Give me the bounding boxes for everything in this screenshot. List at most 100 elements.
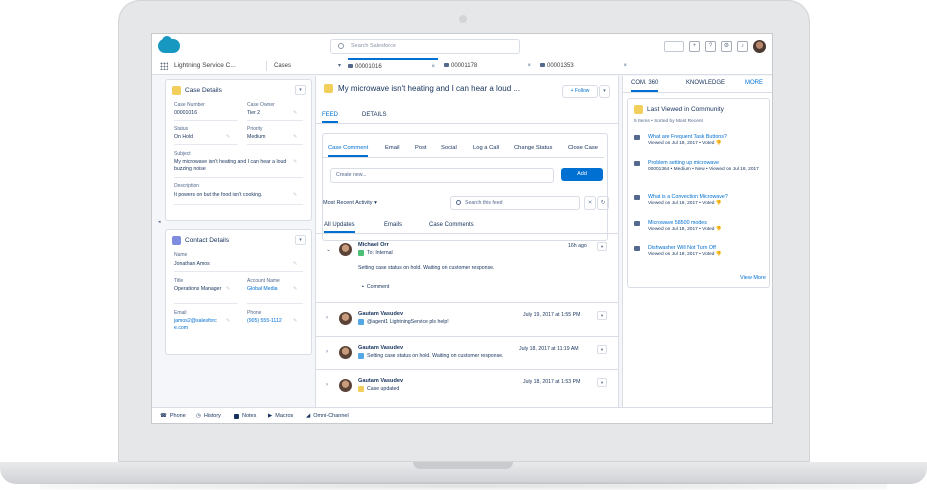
- chevron-right-icon[interactable]: ›: [326, 315, 328, 321]
- tab-more[interactable]: MORE: [745, 76, 763, 90]
- filter-icon[interactable]: ⨯: [584, 196, 596, 210]
- chevron-down-icon[interactable]: ⌄: [326, 246, 331, 253]
- case-number-label: Case Number: [174, 102, 205, 108]
- chevron-right-icon[interactable]: ›: [326, 349, 328, 355]
- sort-dropdown[interactable]: Most Recent Activity ▾: [323, 200, 377, 206]
- pencil-icon[interactable]: ✎: [293, 110, 297, 116]
- status-label: Status: [174, 126, 189, 132]
- sort-label: Most Recent Activity: [323, 200, 373, 206]
- pencil-icon[interactable]: ✎: [226, 286, 230, 292]
- app-launcher-icon[interactable]: [160, 62, 168, 70]
- list-item-title[interactable]: Dishwasher Will Not Turn Off: [648, 245, 716, 251]
- field-divider: [247, 303, 303, 304]
- list-item-title[interactable]: Problem setting up microwave: [648, 160, 719, 166]
- publisher-tab-change-status[interactable]: Change Status: [514, 141, 552, 156]
- chevron-down-icon[interactable]: ▾: [597, 242, 607, 251]
- publisher-tab-email[interactable]: Email: [385, 141, 400, 156]
- utility-notes[interactable]: Notes: [234, 408, 257, 423]
- case-title: My microwave isn't heating and I can hea…: [324, 84, 520, 93]
- utility-history[interactable]: ◷ History: [196, 408, 221, 423]
- list-item[interactable]: Dishwasher Will Not Turn Off Viewed on J…: [634, 245, 764, 267]
- publisher-tab-case-comment[interactable]: Case Comment: [328, 141, 369, 157]
- list-item-title[interactable]: What are Frequent Task Buttons?: [648, 134, 727, 140]
- close-icon[interactable]: ×: [623, 58, 627, 74]
- avatar: [339, 379, 352, 392]
- chevron-down-icon[interactable]: ▾: [295, 235, 306, 245]
- account-name-link[interactable]: Global Media: [247, 286, 278, 293]
- user-avatar[interactable]: [753, 39, 766, 53]
- collapse-arrow-icon[interactable]: ◂: [158, 219, 161, 225]
- close-icon[interactable]: ×: [527, 58, 531, 74]
- list-item[interactable]: What is a Convection Microwave? Viewed o…: [634, 194, 764, 216]
- community-icon: [634, 105, 643, 114]
- publisher-tab-log-call[interactable]: Log a Call: [473, 141, 499, 156]
- chevron-down-icon[interactable]: ▾: [295, 85, 306, 95]
- publisher-tab-close-case[interactable]: Close Case: [568, 141, 598, 156]
- gear-icon[interactable]: ⚙: [721, 40, 732, 52]
- list-item-title[interactable]: Microwave 58500 modes: [648, 220, 707, 226]
- chevron-down-icon[interactable]: ▾: [597, 311, 607, 320]
- feed-search-input[interactable]: Search this feed: [450, 196, 580, 210]
- pencil-icon[interactable]: ✎: [293, 134, 297, 140]
- chevron-right-icon[interactable]: ›: [326, 382, 328, 388]
- utility-macros[interactable]: ▶ Macros: [268, 408, 293, 423]
- add-button[interactable]: Add: [561, 168, 603, 181]
- global-search-input[interactable]: Search Salesforce: [330, 39, 520, 54]
- email-link[interactable]: jamos2@salesforce.com: [174, 318, 220, 331]
- pencil-icon[interactable]: ✎: [293, 261, 297, 267]
- post-target: @agent1 LightningService pls help!: [358, 319, 449, 325]
- chevron-down-icon[interactable]: ▾: [597, 345, 607, 354]
- publisher-tab-social[interactable]: Social: [441, 141, 457, 156]
- filter-tab-emails[interactable]: Emails: [384, 219, 402, 231]
- pencil-icon[interactable]: ✎: [293, 192, 297, 198]
- publisher-tab-post[interactable]: Post: [415, 141, 427, 156]
- list-item[interactable]: What are Frequent Task Buttons? Viewed o…: [634, 134, 764, 156]
- follow-button[interactable]: + Follow: [562, 85, 598, 98]
- help-icon[interactable]: ?: [705, 40, 716, 52]
- list-item-title[interactable]: What is a Convection Microwave?: [648, 194, 728, 200]
- utility-label: Notes: [242, 413, 257, 419]
- add-icon[interactable]: +: [689, 40, 700, 52]
- tab-case-00001353[interactable]: 00001353 ×: [540, 58, 630, 74]
- post-author[interactable]: Gautam Vasudev: [358, 311, 403, 317]
- chevron-down-icon[interactable]: ▾: [597, 378, 607, 387]
- tab-com-360[interactable]: COM. 360: [631, 76, 659, 92]
- pencil-icon[interactable]: ✎: [293, 318, 297, 324]
- utility-phone[interactable]: ☎ Phone: [160, 408, 186, 423]
- utility-omni-channel[interactable]: ◢ Omni-Channel: [306, 408, 349, 423]
- refresh-icon[interactable]: ↻: [597, 196, 609, 210]
- tab-details[interactable]: DETAILS: [362, 109, 387, 121]
- tab-feed[interactable]: FEED: [322, 109, 339, 123]
- tab-knowledge[interactable]: KNOWLEDGE: [686, 76, 725, 90]
- nav-object-cases[interactable]: Cases ▾: [274, 58, 344, 74]
- post-author[interactable]: Michael Orr: [358, 242, 389, 248]
- salesforce-logo-icon[interactable]: [158, 36, 180, 53]
- filter-tab-all-updates[interactable]: All Updates: [324, 219, 355, 233]
- macros-icon: ▶: [268, 413, 273, 419]
- list-item[interactable]: Microwave 58500 modes Viewed on Jul 18, …: [634, 220, 764, 242]
- bell-icon[interactable]: ♪: [737, 40, 748, 52]
- pencil-icon[interactable]: ✎: [226, 318, 230, 324]
- post-target-text: @agent1 LightningService pls help!: [367, 319, 449, 325]
- app-screen: Search Salesforce + ? ⚙ ♪ Lightning Serv…: [151, 33, 773, 424]
- pencil-icon[interactable]: ✎: [226, 134, 230, 140]
- case-owner-value: Tier 2: [247, 110, 261, 116]
- field-divider: [247, 144, 303, 145]
- post-author[interactable]: Gautam Vasudev: [358, 345, 403, 351]
- comment-button[interactable]: ▪ Comment: [362, 284, 389, 290]
- list-item[interactable]: Problem setting up microwave 00001364 • …: [634, 160, 764, 188]
- case-details-header: Case Details: [172, 86, 222, 95]
- pencil-icon[interactable]: ✎: [293, 159, 297, 165]
- chevron-down-icon[interactable]: ▾: [338, 58, 341, 74]
- filter-tab-case-comments[interactable]: Case Comments: [429, 219, 474, 231]
- pencil-icon[interactable]: ✎: [293, 286, 297, 292]
- favorites-icon[interactable]: [664, 40, 684, 52]
- view-more-link[interactable]: View More: [740, 275, 766, 281]
- tab-case-00001016[interactable]: 00001016 ×: [348, 58, 438, 74]
- close-icon[interactable]: ×: [431, 60, 435, 74]
- chevron-down-icon[interactable]: ▾: [599, 85, 610, 98]
- phone-link[interactable]: (905) 555-1112: [247, 318, 283, 325]
- create-new-input[interactable]: Create new...: [330, 168, 554, 183]
- post-author[interactable]: Gautam Vasudev: [358, 378, 403, 384]
- tab-case-00001178[interactable]: 00001178 ×: [444, 58, 534, 74]
